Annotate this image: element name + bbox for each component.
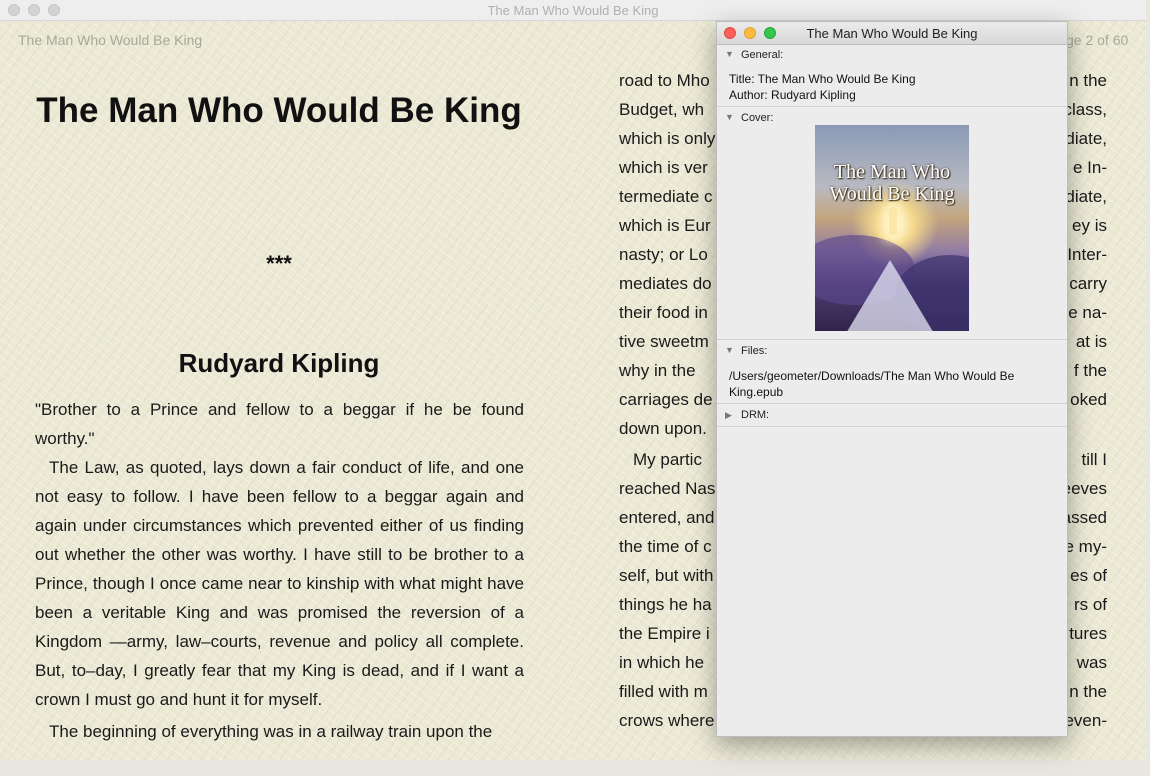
text-line-start: Budget, wh xyxy=(619,100,705,119)
text-line-start: entered, and xyxy=(619,508,715,527)
window-titlebar[interactable]: The Man Who Would Be King xyxy=(0,0,1146,21)
section-separator: *** xyxy=(266,251,292,276)
file-path: /Users/geometer/Downloads/The Man Who Wo… xyxy=(729,369,1015,399)
section-general-toggle[interactable]: ▼ General: xyxy=(717,47,1067,65)
divider xyxy=(717,403,1067,404)
disclosure-open-icon: ▼ xyxy=(725,112,734,122)
text-line-start: which is Eur xyxy=(619,216,711,235)
text-line-start: termediate c xyxy=(619,187,713,206)
left-page[interactable]: The Man Who Would Be King The Man Who Wo… xyxy=(0,21,573,760)
cover-mountain xyxy=(845,260,935,331)
text-line-start: mediates do xyxy=(619,274,712,293)
text-line-end: es of xyxy=(1070,566,1107,585)
section-drm-label: DRM: xyxy=(741,409,770,421)
window-title: The Man Who Would Be King xyxy=(487,3,659,18)
left-page-text: "Brother to a Prince and fellow to a beg… xyxy=(35,395,524,746)
text-line-start: road to Mho xyxy=(619,71,710,90)
text-line-start: the time of c xyxy=(619,537,712,556)
text-line-end: Inter- xyxy=(1067,245,1107,264)
text-line-end: n the xyxy=(1069,682,1107,701)
disclosure-open-icon: ▼ xyxy=(725,49,734,59)
text-line-start: which is ver xyxy=(619,158,708,177)
text-line-end: e na- xyxy=(1068,303,1107,322)
text-line-end: at is xyxy=(1075,332,1107,351)
disclosure-closed-icon: ▶ xyxy=(725,410,732,420)
text-line-start: reached Nas xyxy=(619,479,716,498)
book-info-panel: The Man Who Would Be King ▼ General: Tit… xyxy=(716,21,1068,737)
section-general-label: General: xyxy=(741,49,784,61)
text-line-end: diate, xyxy=(1065,129,1107,148)
section-cover-label: Cover: xyxy=(741,112,774,124)
section-files-label: Files: xyxy=(741,345,768,357)
text-line-end: rs of xyxy=(1073,595,1107,614)
paragraph: The beginning of everything was in a rai… xyxy=(49,722,493,741)
text-line-start: crows where xyxy=(619,711,715,730)
text-line-end: was xyxy=(1076,653,1107,672)
book-cover-image: The Man Who Would Be King xyxy=(815,125,969,331)
text-line-end: eeves xyxy=(1061,479,1107,498)
paragraph: The Law, as quoted, lays down a fair con… xyxy=(35,458,524,709)
page-indicator: ge 2 of 60 xyxy=(1066,32,1129,48)
text-line-start: tive sweetm xyxy=(619,332,709,351)
text-line-start: why in the xyxy=(619,361,696,380)
text-line-start: in which he xyxy=(619,653,705,672)
divider xyxy=(717,426,1067,427)
text-line-end: assed xyxy=(1061,508,1107,527)
text-line-end: carry xyxy=(1069,274,1107,293)
text-line-start: filled with m xyxy=(619,682,708,701)
text-line-start: self, but with xyxy=(619,566,714,585)
text-line-start: nasty; or Lo xyxy=(619,245,708,264)
book-author: Rudyard Kipling xyxy=(178,348,380,378)
text-line-end: even- xyxy=(1064,711,1107,730)
text-line-end: e my- xyxy=(1064,537,1108,556)
text-line-start: their food in xyxy=(619,303,708,322)
divider xyxy=(717,339,1067,340)
text-line-end: f the xyxy=(1073,361,1107,380)
section-files-toggle[interactable]: ▼ Files: xyxy=(717,343,1067,361)
info-title: Title: The Man Who Would Be King xyxy=(729,72,916,86)
info-author: Author: Rudyard Kipling xyxy=(729,88,856,102)
text-line-start: My partic xyxy=(633,450,702,469)
divider xyxy=(717,106,1067,107)
text-line-end: e In- xyxy=(1072,158,1107,177)
text-line-start: which is only xyxy=(619,129,716,148)
text-line-start: down upon. xyxy=(619,419,707,438)
text-line-end: oked xyxy=(1070,390,1107,409)
running-header: The Man Who Would Be King xyxy=(18,32,203,48)
disclosure-open-icon: ▼ xyxy=(725,345,734,355)
text-line-end: till I xyxy=(1081,450,1108,469)
text-line-start: the Empire i xyxy=(619,624,710,643)
cover-title-text: The Man Who Would Be King xyxy=(829,161,955,205)
text-line-end: n the xyxy=(1069,71,1107,90)
text-line-end: diate, xyxy=(1065,187,1107,206)
panel-titlebar[interactable]: The Man Who Would Be King xyxy=(717,22,1067,45)
text-line-end: ey is xyxy=(1072,216,1107,235)
section-drm-toggle[interactable]: ▶ DRM: xyxy=(717,407,1067,425)
cover-figure xyxy=(889,207,897,235)
panel-title: The Man Who Would Be King xyxy=(806,26,978,41)
text-line-start: carriages de xyxy=(619,390,713,409)
text-line-end: tures xyxy=(1069,624,1107,643)
text-line-start: things he ha xyxy=(619,595,712,614)
book-title: The Man Who Would Be King xyxy=(36,91,522,130)
text-line-end: class, xyxy=(1063,100,1107,119)
paragraph: "Brother to a Prince and fellow to a beg… xyxy=(35,400,524,448)
